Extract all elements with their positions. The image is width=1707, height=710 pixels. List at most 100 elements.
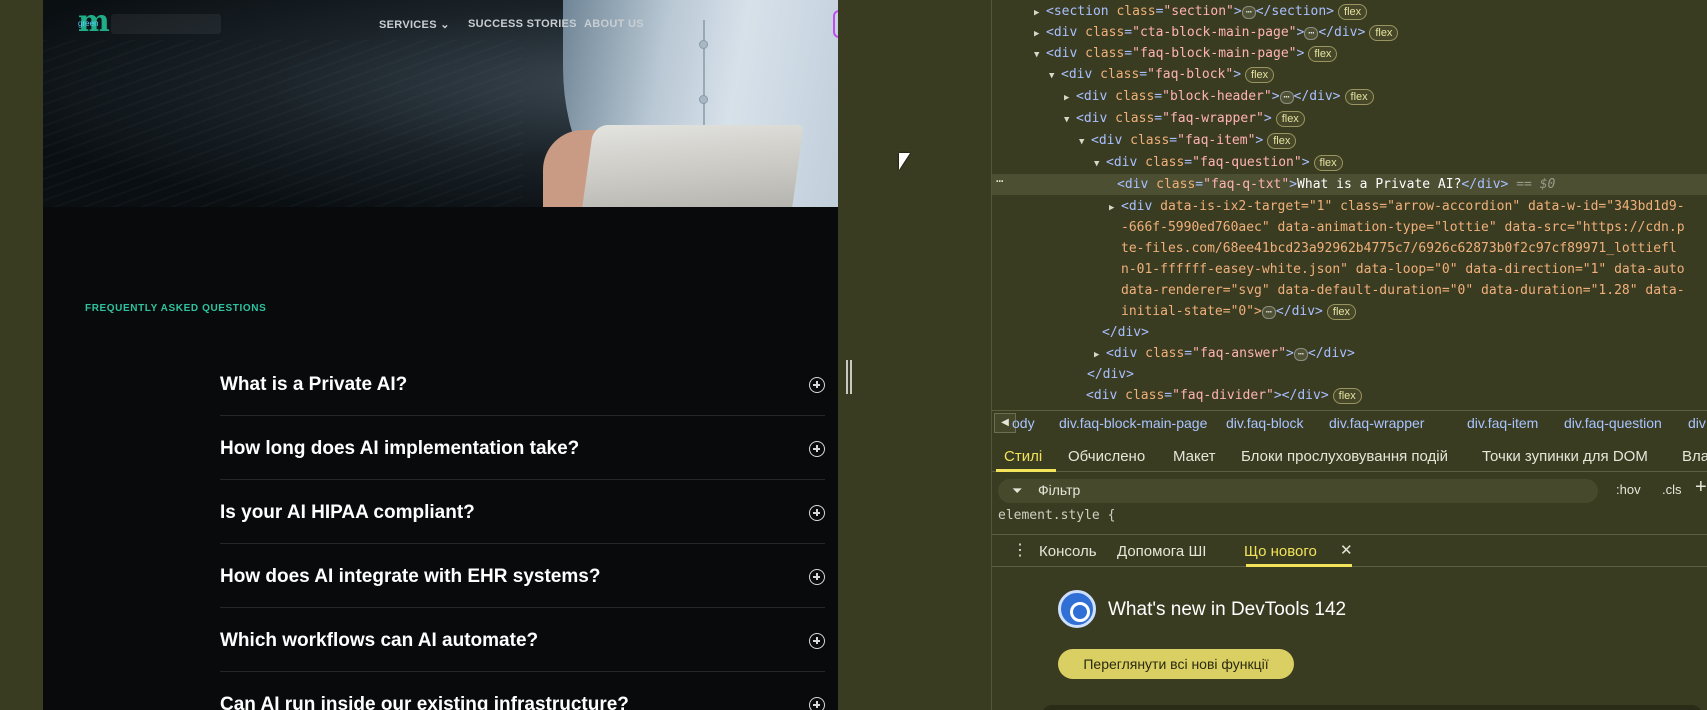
- hov-toggle[interactable]: :hov: [1616, 482, 1641, 497]
- collapse-triangle-icon[interactable]: ▼: [1049, 66, 1061, 87]
- flex-badge[interactable]: flex: [1369, 25, 1399, 41]
- flex-badge[interactable]: flex: [1308, 46, 1338, 62]
- dom-node[interactable]: ▶ <div class="block-header"> ⋯ </div> flex: [1064, 86, 1374, 107]
- dom-node[interactable]: ▼ <div class="faq-question"> flex: [1094, 152, 1343, 173]
- dom-node-continuation: te-files.com/68ee41bcd23a92962b4775c7/69…: [1121, 241, 1677, 256]
- breadcrumb-item[interactable]: div: [1688, 415, 1706, 431]
- faq-question[interactable]: What is a Private AI?: [220, 374, 407, 396]
- breadcrumb-item[interactable]: div.faq-wrapper: [1329, 415, 1424, 431]
- flex-badge[interactable]: flex: [1245, 67, 1275, 83]
- collapse-triangle-icon[interactable]: ▼: [1079, 132, 1091, 153]
- plus-circle-icon[interactable]: [809, 377, 825, 393]
- plus-circle-icon[interactable]: [809, 441, 825, 457]
- dom-node[interactable]: <div class="faq-divider"></div> flex: [1086, 385, 1362, 406]
- expand-triangle-icon[interactable]: ▶: [1109, 198, 1121, 219]
- dom-node-continuation: n-01-ffffff-easey-white.json" data-loop=…: [1121, 262, 1685, 277]
- add-rule-icon[interactable]: +: [1695, 476, 1707, 499]
- dom-node-close: </div>: [1102, 325, 1149, 340]
- dom-node-continuation: initial-state="0"> ⋯ </div> flex: [1121, 301, 1357, 322]
- collapse-triangle-icon[interactable]: ▼: [1034, 45, 1046, 66]
- flex-badge[interactable]: flex: [1313, 155, 1343, 171]
- tab-computed[interactable]: Обчислено: [1068, 448, 1145, 465]
- faq-item[interactable]: How long does AI implementation take?: [220, 416, 825, 480]
- dom-node[interactable]: ▼ <div class="faq-wrapper"> flex: [1064, 108, 1305, 129]
- plus-circle-icon[interactable]: [809, 569, 825, 585]
- ellipsis-icon[interactable]: ⋯: [1293, 348, 1308, 361]
- site-nav: m green SERVICES ⌄ SUCCESS STORIES ABOUT…: [43, 0, 838, 48]
- flex-badge[interactable]: flex: [1344, 89, 1374, 105]
- dom-node-continuation: data-renderer="svg" data-default-duratio…: [1121, 283, 1685, 298]
- nav-services[interactable]: SERVICES ⌄: [379, 18, 450, 31]
- dom-node[interactable]: ▶ <div class="faq-answer"> ⋯ </div>: [1094, 343, 1355, 364]
- nav-cta-button[interactable]: [833, 10, 838, 38]
- cls-toggle[interactable]: .cls: [1662, 482, 1682, 497]
- faq-question[interactable]: Is your AI HIPAA compliant?: [220, 502, 475, 524]
- expand-triangle-icon[interactable]: ▶: [1094, 345, 1106, 366]
- tab-dom-breakpoints[interactable]: Точки зупинки для DOM: [1482, 448, 1648, 465]
- faq-question[interactable]: How does AI integrate with EHR systems?: [220, 566, 600, 588]
- dom-node[interactable]: ▶ <div class="cta-block-main-page"> ⋯ </div…: [1034, 22, 1399, 45]
- breadcrumb-item[interactable]: div.faq-block: [1226, 415, 1304, 431]
- breadcrumb-item[interactable]: ody: [1012, 415, 1035, 431]
- filter-icon: ⏷: [1012, 483, 1023, 498]
- ellipsis-icon[interactable]: ⋯: [1279, 91, 1294, 104]
- styles-filter-row: ⏷ Фільтр :hov .cls +: [992, 476, 1707, 506]
- faq-question[interactable]: Which workflows can AI automate?: [220, 630, 538, 652]
- ellipsis-icon[interactable]: ⋯: [1241, 6, 1256, 19]
- flex-badge[interactable]: flex: [1332, 388, 1362, 404]
- hero-light-streaks: [43, 40, 523, 207]
- plus-circle-icon[interactable]: [809, 697, 825, 710]
- mouse-cursor-icon: [899, 153, 910, 170]
- plus-circle-icon[interactable]: [809, 505, 825, 521]
- close-icon[interactable]: ✕: [1340, 541, 1353, 559]
- flex-badge[interactable]: flex: [1267, 133, 1297, 149]
- whats-new-title: What's new in DevTools 142: [1108, 599, 1347, 620]
- logo-wordmark-blur: [111, 8, 221, 40]
- collapse-triangle-icon[interactable]: ▼: [1094, 154, 1106, 175]
- breadcrumb-item[interactable]: div.faq-question: [1564, 415, 1662, 431]
- filter-input[interactable]: ⏷ Фільтр: [998, 479, 1598, 503]
- faq-item[interactable]: What is a Private AI?: [220, 352, 825, 416]
- faq-item[interactable]: Which workflows can AI automate?: [220, 608, 825, 672]
- flex-badge[interactable]: flex: [1275, 111, 1305, 127]
- faq-eyebrow: FREQUENTLY ASKED QUESTIONS: [85, 303, 267, 314]
- expand-triangle-icon[interactable]: ▶: [1064, 88, 1076, 109]
- drawer-tab-whats-new[interactable]: Що нового: [1244, 543, 1317, 560]
- breadcrumb-item[interactable]: div.faq-block-main-page: [1059, 415, 1207, 431]
- element-style-rule[interactable]: element.style {: [998, 508, 1115, 523]
- styles-pane: element.style {: [992, 506, 1707, 530]
- dom-node[interactable]: ▼ <div class="faq-item"> flex: [1079, 130, 1297, 153]
- nav-success-stories[interactable]: SUCCESS STORIES: [468, 18, 577, 30]
- flex-badge[interactable]: flex: [1338, 4, 1368, 20]
- expand-triangle-icon[interactable]: ▶: [1034, 24, 1046, 45]
- ellipsis-icon[interactable]: ⋯: [1261, 306, 1276, 319]
- kebab-menu-icon[interactable]: ⋮: [1012, 540, 1028, 560]
- tab-styles[interactable]: Стилі: [1004, 448, 1042, 465]
- dom-node[interactable]: ▼ <div class="faq-block"> flex: [1049, 64, 1275, 87]
- active-tab-indicator: [1246, 564, 1352, 567]
- tab-properties[interactable]: Вла: [1682, 448, 1707, 465]
- dom-node[interactable]: ▶ <section class="section"> ⋯ </section> fle…: [1034, 1, 1368, 24]
- faq-item[interactable]: Can AI run inside our existing infrastru…: [220, 672, 825, 710]
- faq-item[interactable]: Is your AI HIPAA compliant?: [220, 480, 825, 544]
- breadcrumb-item[interactable]: div.faq-item: [1467, 415, 1538, 431]
- tab-layout[interactable]: Макет: [1173, 448, 1215, 465]
- viewport-resize-handle[interactable]: [846, 360, 852, 394]
- nav-about-us[interactable]: ABOUT US: [584, 18, 644, 30]
- collapse-triangle-icon[interactable]: ▼: [1064, 110, 1076, 131]
- flex-badge[interactable]: flex: [1326, 304, 1357, 320]
- faq-question[interactable]: Can AI run inside our existing infrastru…: [220, 694, 629, 710]
- ellipsis-icon[interactable]: ⋯: [1304, 27, 1319, 40]
- plus-circle-icon[interactable]: [809, 633, 825, 649]
- drawer-tab-ai-assistance[interactable]: Допомога ШІ: [1117, 543, 1206, 560]
- view-all-features-button[interactable]: Переглянути всі нові функції: [1058, 649, 1294, 679]
- more-options-icon[interactable]: ⋯: [996, 174, 1003, 188]
- dom-node[interactable]: ▶ <div data-is-ix2-target="1" class="arro…: [1109, 196, 1685, 217]
- expand-triangle-icon[interactable]: ▶: [1034, 3, 1046, 24]
- drawer-tab-console[interactable]: Консоль: [1039, 543, 1097, 560]
- faq-question[interactable]: How long does AI implementation take?: [220, 438, 579, 460]
- faq-item[interactable]: How does AI integrate with EHR systems?: [220, 544, 825, 608]
- tab-event-listeners[interactable]: Блоки прослуховування подій: [1241, 448, 1448, 465]
- dom-node[interactable]: ▼ <div class="faq-block-main-page"> flex: [1034, 43, 1338, 66]
- dom-node-selected[interactable]: <div class="faq-q-txt">What is a Private…: [992, 174, 1707, 195]
